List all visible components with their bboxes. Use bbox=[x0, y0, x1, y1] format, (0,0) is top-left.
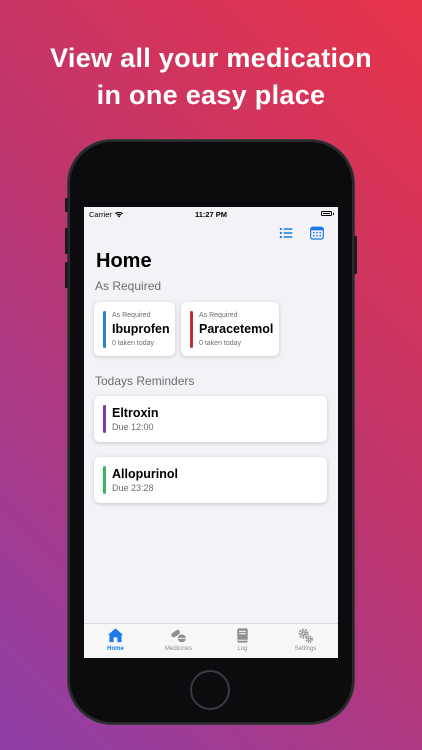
status-time: 11:27 PM bbox=[194, 210, 228, 219]
app-screen: Carrier 11:27 PM Home As Required As Req… bbox=[84, 207, 338, 658]
medicine-name: Paracetemol bbox=[199, 322, 274, 336]
side-button-volume-down bbox=[65, 262, 68, 288]
house-icon bbox=[107, 628, 124, 643]
reminder-due-time: Due 23:28 bbox=[112, 483, 154, 493]
reminder-card-eltroxin[interactable]: Eltroxin Due 12:00 bbox=[94, 396, 327, 442]
tab-log[interactable]: Log bbox=[211, 627, 274, 652]
as-required-card-paracetemol[interactable]: As Required Paracetemol 0 taken today bbox=[181, 302, 279, 356]
battery-icon bbox=[321, 211, 334, 216]
taken-count: 0 taken today bbox=[199, 340, 242, 347]
reminder-card-allopurinol[interactable]: Allopurinol Due 23:28 bbox=[94, 457, 327, 503]
pills-icon bbox=[171, 629, 186, 643]
reminder-due-time: Due 12:00 bbox=[112, 422, 154, 432]
tab-home[interactable]: Home bbox=[84, 627, 147, 652]
med-color-bar bbox=[103, 405, 106, 433]
medicine-name: Ibuprofen bbox=[112, 322, 170, 336]
med-color-bar bbox=[103, 466, 106, 494]
book-icon bbox=[237, 628, 248, 643]
status-bar: Carrier 11:27 PM bbox=[84, 207, 338, 221]
list-icon[interactable] bbox=[279, 226, 293, 240]
as-required-tag: As Required bbox=[112, 312, 151, 319]
reminders-section-title: Todays Reminders bbox=[95, 374, 195, 388]
taken-count: 0 taken today bbox=[112, 340, 155, 347]
gears-icon bbox=[298, 628, 313, 643]
med-color-bar bbox=[190, 311, 193, 348]
tab-label: Medicines bbox=[164, 646, 192, 652]
home-button[interactable] bbox=[190, 670, 230, 710]
as-required-card-ibuprofen[interactable]: As Required Ibuprofen 0 taken today bbox=[94, 302, 175, 356]
as-required-tag: As Required bbox=[199, 312, 238, 319]
tab-settings[interactable]: Settings bbox=[274, 627, 337, 652]
page-title: Home bbox=[96, 250, 152, 272]
phone-frame: Carrier 11:27 PM Home As Required As Req… bbox=[65, 140, 357, 724]
calendar-icon[interactable] bbox=[310, 226, 324, 240]
tab-medicines[interactable]: Medicines bbox=[147, 627, 210, 652]
side-button-power bbox=[354, 236, 357, 274]
headline-line-2: in one easy place bbox=[96, 80, 326, 110]
tab-label: Settings bbox=[294, 646, 317, 652]
side-button-volume-up bbox=[65, 228, 68, 254]
tab-label: Home bbox=[107, 646, 124, 652]
tab-label: Log bbox=[237, 646, 248, 652]
side-button-mute bbox=[65, 198, 68, 212]
as-required-section-title: As Required bbox=[95, 279, 162, 293]
reminder-medicine-name: Eltroxin bbox=[112, 406, 159, 420]
med-color-bar bbox=[103, 311, 106, 348]
headline-line-1: View all your medication bbox=[50, 43, 372, 73]
marketing-headline: View all your medication in one easy pla… bbox=[0, 40, 422, 114]
tab-bar: Home Medicines Log Settings bbox=[84, 623, 338, 658]
reminder-medicine-name: Allopurinol bbox=[112, 467, 178, 481]
